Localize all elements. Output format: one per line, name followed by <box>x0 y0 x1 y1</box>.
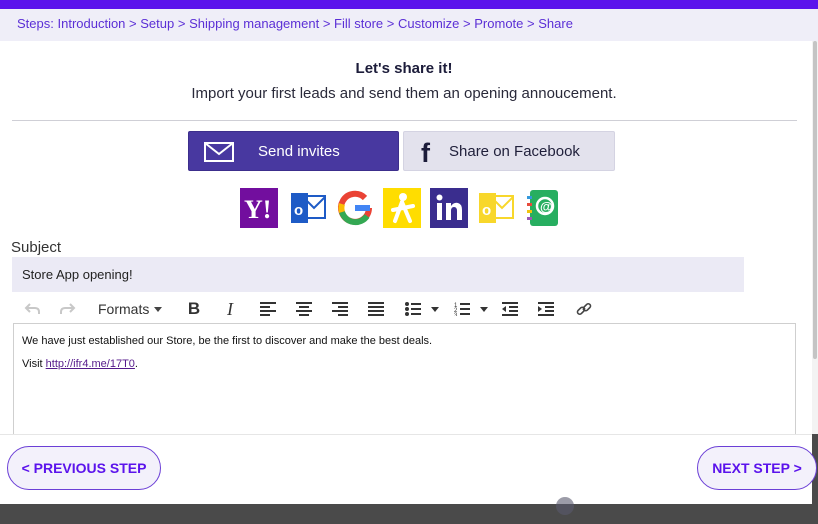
link-icon[interactable] <box>576 298 592 320</box>
breadcrumb-item-introduction[interactable]: Introduction <box>57 16 125 31</box>
editor-toolbar: Formats B I 123 <box>12 293 797 323</box>
numbered-list-icon[interactable]: 123 <box>454 298 488 320</box>
breadcrumb-separator: > <box>386 16 395 31</box>
breadcrumb-item-promote[interactable]: Promote <box>474 16 523 31</box>
yahoo-icon[interactable]: Y! <box>240 188 278 228</box>
message-editor[interactable]: We have just established our Store, be t… <box>13 323 796 434</box>
store-link[interactable]: http://ifr4.me/17T0 <box>46 358 135 370</box>
divider <box>12 120 797 121</box>
send-invites-label: Send invites <box>258 143 340 160</box>
chevron-down-icon <box>154 306 163 312</box>
top-accent-bar <box>0 0 818 9</box>
share-facebook-button[interactable]: f Share on Facebook <box>403 131 615 171</box>
share-facebook-label: Share on Facebook <box>449 143 580 160</box>
align-right-icon[interactable] <box>332 298 348 320</box>
undo-icon[interactable] <box>24 298 40 320</box>
breadcrumb: Steps: Introduction > Setup > Shipping m… <box>0 9 818 41</box>
breadcrumb-separator: > <box>322 16 331 31</box>
aim-icon[interactable] <box>383 188 421 228</box>
breadcrumb-item-setup[interactable]: Setup <box>140 16 174 31</box>
bullet-list-icon[interactable] <box>405 298 439 320</box>
bold-icon[interactable]: B <box>187 298 201 320</box>
breadcrumb-item-fill-store[interactable]: Fill store <box>334 16 383 31</box>
scrollbar-thumb[interactable] <box>813 41 817 359</box>
address-book-icon[interactable]: @ <box>524 188 562 228</box>
svg-text:o: o <box>482 202 491 219</box>
message-line-1: We have just established our Store, be t… <box>22 335 433 347</box>
formats-dropdown[interactable]: Formats <box>98 298 168 320</box>
page-title: Let's share it! <box>355 60 453 77</box>
breadcrumb-separator: > <box>177 16 186 31</box>
linkedin-icon[interactable] <box>430 188 468 228</box>
envelope-icon <box>204 142 234 162</box>
subject-input[interactable]: Store App opening! <box>12 257 744 292</box>
next-step-button[interactable]: NEXT STEP > <box>697 446 817 490</box>
svg-text:o: o <box>294 202 303 219</box>
indent-icon[interactable] <box>538 298 554 320</box>
breadcrumb-item-shipping[interactable]: Shipping management <box>189 16 319 31</box>
message-suffix: . <box>134 358 138 370</box>
breadcrumb-separator: > <box>129 16 137 31</box>
align-center-icon[interactable] <box>296 298 312 320</box>
scrollbar[interactable] <box>812 41 818 434</box>
subject-label: Subject <box>11 239 62 256</box>
message-line-2: Visit http://ifr4.me/17T0. <box>22 358 787 370</box>
breadcrumb-item-share[interactable]: Share <box>538 16 573 31</box>
formats-label: Formats <box>98 301 150 317</box>
share-panel: Let's share it! Import your first leads … <box>0 41 812 434</box>
background-overlay <box>0 505 818 524</box>
facebook-icon: f <box>421 138 430 168</box>
svg-text:@: @ <box>540 199 553 214</box>
breadcrumb-prefix: Steps: <box>17 16 54 31</box>
italic-icon[interactable]: I <box>223 298 237 320</box>
message-visit-text: Visit <box>22 358 43 370</box>
breadcrumb-item-customize[interactable]: Customize <box>398 16 459 31</box>
page-subtitle: Import your first leads and send them an… <box>191 85 617 102</box>
align-justify-icon[interactable] <box>368 298 384 320</box>
outdent-icon[interactable] <box>502 298 518 320</box>
outlook-icon[interactable]: o <box>289 188 327 228</box>
step-navigation: < PREVIOUS STEP NEXT STEP > <box>0 434 817 504</box>
breadcrumb-separator: > <box>527 16 535 31</box>
office-outlook-icon[interactable]: o <box>477 188 515 228</box>
align-left-icon[interactable] <box>260 298 276 320</box>
redo-icon[interactable] <box>60 298 76 320</box>
send-invites-button[interactable]: Send invites <box>188 131 399 171</box>
info-icon <box>556 497 574 515</box>
breadcrumb-separator: > <box>463 16 471 31</box>
svg-text:3: 3 <box>454 313 458 316</box>
google-icon[interactable] <box>336 188 374 228</box>
svg-text:Y!: Y! <box>244 195 271 224</box>
previous-step-button[interactable]: < PREVIOUS STEP <box>7 446 161 490</box>
